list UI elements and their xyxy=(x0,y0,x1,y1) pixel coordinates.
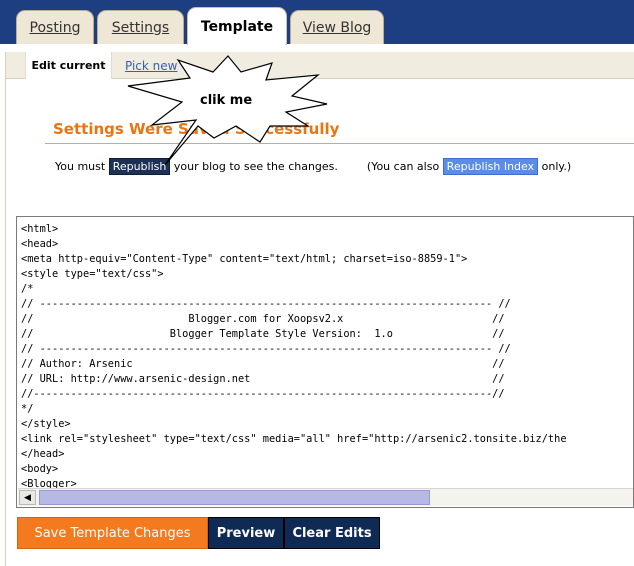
template-editor[interactable]: <html> <head> <meta http-equiv="Content-… xyxy=(16,216,634,508)
content-border xyxy=(5,52,6,566)
subtab-edit-current[interactable]: Edit current xyxy=(25,52,112,79)
save-template-button[interactable]: Save Template Changes xyxy=(17,517,208,549)
subtab-pick-new[interactable]: Pick new xyxy=(125,59,177,73)
tab-posting[interactable]: Posting xyxy=(16,10,94,44)
callout-label: clik me xyxy=(200,93,253,108)
notice-text-changes: your blog to see the changes. xyxy=(173,160,338,173)
republish-button[interactable]: Republish xyxy=(108,158,171,175)
republish-notice: You must Republish your blog to see the … xyxy=(55,158,571,175)
republish-index-button[interactable]: Republish Index xyxy=(442,158,539,175)
notice-text-you-must: You must xyxy=(55,160,106,173)
action-bar: Save Template Changes Preview Clear Edit… xyxy=(17,517,380,549)
divider xyxy=(45,143,634,144)
horizontal-scrollbar[interactable]: ◀ xyxy=(18,488,633,506)
template-code[interactable]: <html> <head> <meta http-equiv="Content-… xyxy=(21,222,567,492)
notice-text-only: only.) xyxy=(541,160,572,173)
clear-edits-button[interactable]: Clear Edits xyxy=(284,517,380,549)
tab-view-blog[interactable]: View Blog xyxy=(290,10,384,44)
tab-settings[interactable]: Settings xyxy=(97,10,184,44)
left-arrow-icon[interactable]: ◀ xyxy=(19,490,36,505)
tab-template[interactable]: Template xyxy=(187,7,287,45)
success-message: Settings Were Saved Successfully xyxy=(53,120,340,138)
notice-text-you-can-also: (You can also xyxy=(366,160,440,173)
scrollbar-thumb[interactable] xyxy=(39,490,430,505)
preview-button[interactable]: Preview xyxy=(208,517,284,549)
